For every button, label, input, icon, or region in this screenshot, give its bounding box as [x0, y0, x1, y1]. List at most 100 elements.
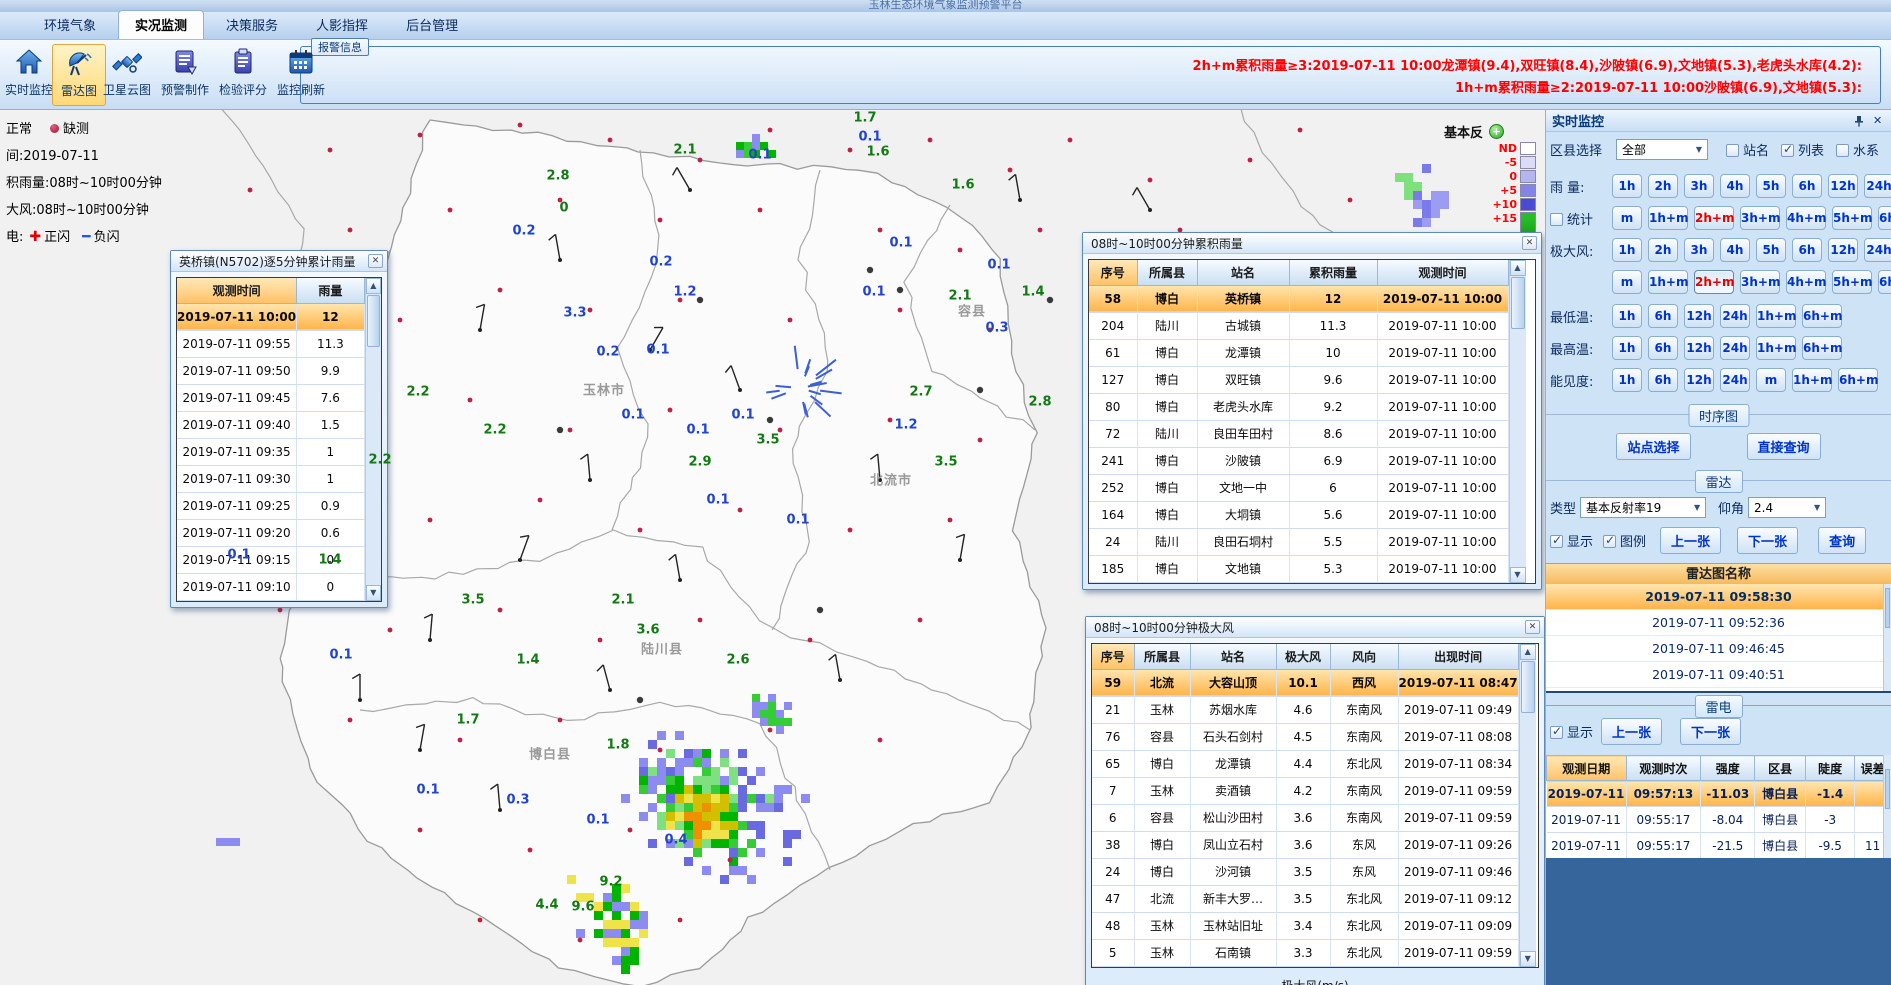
extreme-wind-dialog[interactable]: 08时~10时00分钟极大风 序号所属县站名极大风风向出现时间59北流大容山顶1…	[1085, 616, 1545, 985]
radar-next-button[interactable]: 下一张	[1737, 527, 1798, 554]
menu-tab-1[interactable]: 环境气象	[28, 11, 112, 39]
pin-icon[interactable]	[1853, 115, 1865, 127]
column-header[interactable]: 序号	[1092, 644, 1134, 669]
direct-query-button[interactable]: 直接查询	[1747, 433, 1821, 460]
period-button-3h+m[interactable]: 3h+m	[1740, 206, 1780, 230]
lightning-prev-button[interactable]: 上一张	[1601, 718, 1662, 745]
period-button-6h[interactable]: 6h	[1648, 368, 1678, 392]
水系-checkbox[interactable]	[1836, 144, 1849, 157]
lightning-table-scrollbar[interactable]	[1883, 755, 1891, 859]
menu-tab-2[interactable]: 实况监测	[118, 10, 204, 39]
table-row[interactable]: 2019-07-1109:55:17-8.04博白县-3	[1547, 807, 1891, 833]
close-icon[interactable]	[1525, 620, 1540, 634]
scroll-up-icon[interactable]: ▲	[1510, 260, 1526, 276]
radar-query-button[interactable]: 查询	[1818, 527, 1866, 554]
scroll-up-icon[interactable]: ▲	[1520, 644, 1536, 660]
period-button-24h[interactable]: 24h	[1720, 304, 1750, 328]
period-button-6h[interactable]: 6h	[1648, 336, 1678, 360]
table-row[interactable]: 38博白凤山立石村3.6东风2019-07-11 09:26	[1092, 831, 1518, 858]
panel-close-icon[interactable]: ✕	[1873, 115, 1885, 127]
table-row[interactable]: 47北流新丰大罗…3.5东北风2019-07-11 09:12	[1092, 885, 1518, 912]
station-rain-dialog[interactable]: 英桥镇(N5702)逐5分钟累计雨量 观测时间雨量2019-07-11 10:0…	[170, 250, 388, 608]
scroll-down-icon[interactable]: ▼	[1520, 951, 1536, 967]
accumulated-rain-dialog[interactable]: 08时~10时00分钟累积雨量 序号所属县站名累积雨量观测时间58博白英桥镇12…	[1082, 232, 1542, 590]
period-button-1h+m[interactable]: 1h+m	[1756, 304, 1796, 328]
table-row[interactable]: 127博白双旺镇9.62019-07-11 10:00	[1089, 366, 1508, 393]
toolbar-button-home[interactable]: 实时监控	[2, 44, 56, 106]
accumulated-rain-table[interactable]: 序号所属县站名累积雨量观测时间58博白英桥镇122019-07-11 10:00…	[1089, 260, 1509, 583]
period-button-1h[interactable]: 1h	[1612, 368, 1642, 392]
table-row[interactable]: 5玉林石南镇3.3东北风2019-07-11 09:59	[1092, 939, 1518, 966]
table-row[interactable]: 2019-07-11 09:5511.3	[177, 330, 364, 357]
period-button-1h+m[interactable]: 1h+m	[1648, 270, 1688, 294]
scroll-up-icon[interactable]: ▲	[366, 278, 381, 294]
table-row[interactable]: 2019-07-11 09:351	[177, 438, 364, 465]
period-button-12h[interactable]: 12h	[1684, 368, 1714, 392]
period-button-1h[interactable]: 1h	[1612, 174, 1642, 198]
period-button-12h[interactable]: 12h	[1684, 336, 1714, 360]
scroll-down-icon[interactable]: ▼	[366, 585, 381, 601]
station-select-button[interactable]: 站点选择	[1616, 433, 1690, 460]
column-header[interactable]: 所属县	[1137, 260, 1197, 285]
lightning-show-checkbox[interactable]	[1550, 726, 1563, 739]
dialog-scrollbar[interactable]: ▲ ▼	[1509, 260, 1526, 583]
period-button-3h+m[interactable]: 3h+m	[1740, 270, 1780, 294]
table-row[interactable]: 2019-07-11 09:100	[177, 573, 364, 600]
radar-image-item[interactable]: 2019-07-11 09:52:36	[1546, 610, 1891, 636]
menu-tab-4[interactable]: 人影指挥	[300, 11, 384, 39]
table-row[interactable]: 65博白龙潭镇4.4东北风2019-07-11 08:34	[1092, 750, 1518, 777]
map-canvas[interactable]: 正常缺测 间:2019-07-11 积雨量:08时~10时00分钟 大风:08时…	[0, 110, 1545, 985]
period-button-24h[interactable]: 24h	[1720, 336, 1750, 360]
period-button-5h[interactable]: 5h	[1756, 174, 1786, 198]
column-header[interactable]: 观测时间	[177, 278, 297, 303]
table-row[interactable]: 2019-07-11 10:0012	[177, 303, 364, 330]
period-button-12h[interactable]: 12h	[1684, 304, 1714, 328]
county-dropdown[interactable]: 全部▼	[1616, 139, 1708, 160]
table-row[interactable]: 76容县石头石剑村4.5东南风2019-07-11 08:08	[1092, 723, 1518, 750]
table-row[interactable]: 59北流大容山顶10.1西风2019-07-11 08:47	[1092, 669, 1518, 696]
column-header[interactable]: 出现时间	[1398, 644, 1518, 669]
legend-expand-button[interactable]: +	[1489, 124, 1504, 139]
scroll-thumb[interactable]	[1511, 277, 1525, 329]
toolbar-button-clipboard[interactable]: 检验评分	[216, 44, 270, 106]
toolbar-button-satellite[interactable]: 卫星云图	[100, 44, 154, 106]
column-header[interactable]: 观测时次	[1626, 756, 1701, 781]
period-button-5h+m[interactable]: 5h+m	[1832, 206, 1872, 230]
period-button-m[interactable]: m	[1756, 368, 1786, 392]
extreme-wind-table[interactable]: 序号所属县站名极大风风向出现时间59北流大容山顶10.1西风2019-07-11…	[1092, 644, 1519, 967]
column-header[interactable]: 雨量	[297, 278, 364, 303]
period-button-1h[interactable]: 1h	[1612, 304, 1642, 328]
period-button-6h[interactable]: 6h	[1648, 304, 1678, 328]
period-button-3h[interactable]: 3h	[1684, 174, 1714, 198]
dialog-scrollbar[interactable]: ▲ ▼	[1519, 644, 1536, 967]
站名-checkbox[interactable]	[1726, 144, 1739, 157]
period-button-12h[interactable]: 12h	[1828, 174, 1858, 198]
table-row[interactable]: 204陆川古城镇11.32019-07-11 10:00	[1089, 312, 1508, 339]
column-header[interactable]: 站名	[1197, 260, 1289, 285]
period-button-4h+m[interactable]: 4h+m	[1786, 270, 1826, 294]
table-row[interactable]: 2019-07-11 09:250.9	[177, 492, 364, 519]
period-button-2h[interactable]: 2h	[1648, 238, 1678, 262]
scroll-down-icon[interactable]: ▼	[1510, 567, 1526, 583]
period-button-4h[interactable]: 4h	[1720, 238, 1750, 262]
toolbar-button-radar[interactable]: 雷达图	[52, 44, 106, 106]
period-button-6h+m[interactable]: 6h+m	[1878, 270, 1891, 294]
column-header[interactable]: 强度	[1701, 756, 1755, 781]
period-button-1h+m[interactable]: 1h+m	[1792, 368, 1832, 392]
column-header[interactable]: 观测时间	[1377, 260, 1508, 285]
close-icon[interactable]	[368, 254, 383, 268]
table-row[interactable]: 2019-07-11 09:301	[177, 465, 364, 492]
dialog-scrollbar[interactable]: ▲ ▼	[365, 278, 381, 601]
column-header[interactable]: 站名	[1190, 644, 1276, 669]
toolbar-button-calendar-refresh[interactable]: 监控刷新	[274, 44, 328, 106]
table-row[interactable]: 252博白文地一中62019-07-11 10:00	[1089, 474, 1508, 501]
table-row[interactable]: 80博白老虎头水库9.22019-07-11 10:00	[1089, 393, 1508, 420]
table-row[interactable]: 72陆川良田车田村8.62019-07-11 10:00	[1089, 420, 1508, 447]
table-row[interactable]: 21玉林苏烟水库4.6东南风2019-07-11 09:49	[1092, 696, 1518, 723]
period-button-1h+m[interactable]: 1h+m	[1648, 206, 1688, 230]
period-button-m[interactable]: m	[1612, 270, 1642, 294]
column-header[interactable]: 陡度	[1806, 756, 1855, 781]
列表-checkbox[interactable]	[1781, 144, 1794, 157]
lightning-table[interactable]: 观测日期观测时次强度区县陡度误差2019-07-1109:57:13-11.03…	[1546, 755, 1891, 859]
menu-tab-3[interactable]: 决策服务	[210, 11, 294, 39]
